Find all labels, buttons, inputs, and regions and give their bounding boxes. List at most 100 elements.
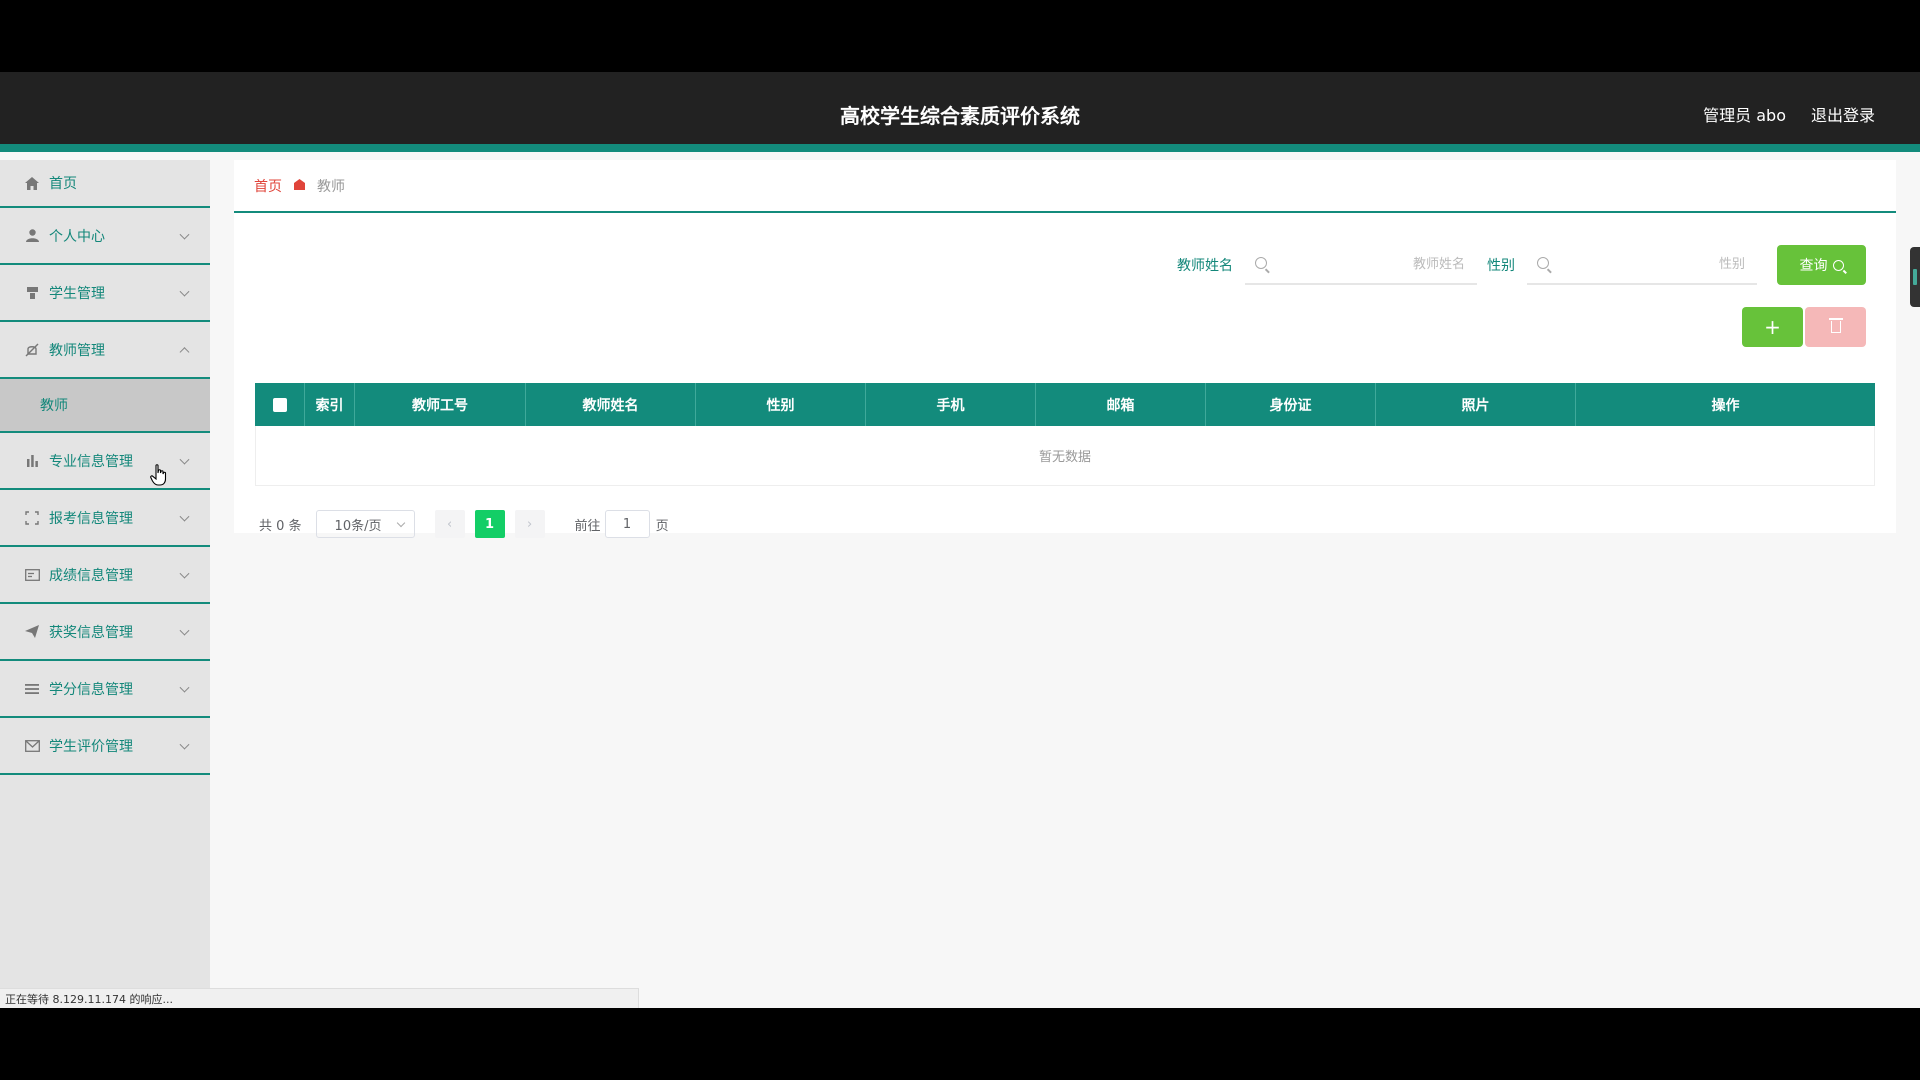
chevron-down-icon [179,625,190,636]
trash-icon [1828,318,1843,333]
column-header[interactable]: 邮箱 [1036,383,1206,426]
table-empty-row: 暂无数据 [255,426,1875,486]
side-drawer-handle[interactable] [1910,247,1920,307]
app-window: 高校学生综合素质评价系统 管理员 abo 退出登录 首页 个人中心 学生管理 教… [0,72,1920,1008]
breadcrumb-separator-icon [294,178,305,193]
page-suffix: 页 [655,518,669,534]
sidebar-item-label: 获奖信息管理 [49,624,133,641]
browser-status-bar: 正在等待 8.129.11.174 的响应... [0,988,639,1008]
empty-text: 暂无数据 [1038,450,1091,465]
chevron-right-icon: › [526,516,533,532]
plus-icon: + [1764,315,1781,339]
sidebar-item-score-info[interactable]: 成绩信息管理 [0,547,210,604]
sidebar-item-major-info[interactable]: 专业信息管理 [0,433,210,490]
page-number-active[interactable]: 1 [474,510,505,538]
pagination: 共 0 条 10条/页 ‹ 1 › 前往 页 [259,510,669,538]
top-header: 高校学生综合素质评价系统 管理员 abo 退出登录 [0,72,1920,152]
breadcrumb-current: 教师 [317,178,345,195]
current-user: 管理员 abo [1703,106,1786,125]
scan-icon [24,510,40,526]
chevron-down-icon [179,739,190,750]
main-content: 首页 教师 教师姓名 性别 查询 [234,160,1896,538]
sidebar-subitem-teacher[interactable]: 教师 [0,379,210,433]
sidebar-item-label: 个人中心 [49,228,105,245]
search-icon [1255,257,1267,269]
sidebar-item-credit-info[interactable]: 学分信息管理 [0,661,210,718]
sidebar-item-student-evaluation[interactable]: 学生评价管理 [0,718,210,775]
next-page-button[interactable]: › [514,510,545,538]
goto-label: 前往 [574,518,601,534]
query-button-label: 查询 [1799,258,1828,274]
gender-input[interactable] [1527,245,1757,283]
sidebar-subitem-label: 教师 [40,398,68,414]
teacher-table: 索引 教师工号 教师姓名 性别 手机 邮箱 身份证 照片 操作 暂无数据 [255,383,1875,486]
column-header[interactable]: 教师工号 [355,383,526,426]
column-header[interactable]: 教师姓名 [526,383,696,426]
select-all-checkbox[interactable] [272,397,287,412]
breadcrumb: 首页 教师 [234,160,1896,213]
bar-chart-icon [24,453,40,469]
hand-cursor-icon [150,464,168,486]
sidebar-item-teacher-management[interactable]: 教师管理 [0,322,210,379]
sidebar-item-label: 专业信息管理 [49,453,133,470]
sidebar-item-label: 学生评价管理 [49,738,133,755]
chevron-down-icon [179,682,190,693]
status-text: 正在等待 8.129.11.174 的响应... [5,992,173,1006]
sidebar: 首页 个人中心 学生管理 教师管理 教师 专业信息管理 报考信息管理 成绩信息管… [0,160,210,1008]
delete-button[interactable] [1805,307,1866,347]
page-size-select[interactable]: 10条/页 [315,510,415,538]
chevron-down-icon [179,286,190,297]
chevron-down-icon [179,511,190,522]
sidebar-item-award-info[interactable]: 获奖信息管理 [0,604,210,661]
mail-icon [24,738,40,754]
user-icon [24,228,40,244]
table-header: 索引 教师工号 教师姓名 性别 手机 邮箱 身份证 照片 操作 [255,383,1875,426]
gender-field [1527,245,1757,285]
home-icon [24,175,40,191]
chevron-down-icon [179,568,190,579]
gender-label: 性别 [1487,258,1515,274]
sidebar-item-home[interactable]: 首页 [0,160,210,208]
card-icon [24,567,40,583]
sidebar-item-personal-center[interactable]: 个人中心 [0,208,210,265]
add-button[interactable]: + [1742,307,1803,347]
search-icon [1537,257,1549,269]
total-count: 共 0 条 [259,518,302,534]
sidebar-item-label: 教师管理 [49,342,105,359]
column-header[interactable]: 性别 [696,383,866,426]
column-header[interactable]: 身份证 [1206,383,1376,426]
table-actions: + [1742,307,1866,347]
search-bar: 教师姓名 性别 查询 [1177,245,1866,285]
teacher-list-panel: 教师姓名 性别 查询 + [234,213,1896,538]
column-header[interactable]: 手机 [866,383,1036,426]
sidebar-item-application-info[interactable]: 报考信息管理 [0,490,210,547]
prev-page-button[interactable]: ‹ [434,510,465,538]
system-title: 高校学生综合素质评价系统 [840,104,1080,128]
page-size-value: 10条/页 [334,518,382,534]
chevron-down-icon [179,229,190,240]
select-all-cell [255,383,305,426]
teacher-name-field [1245,245,1477,285]
list-icon [24,681,40,697]
teacher-icon [24,342,40,358]
sidebar-item-label: 学生管理 [49,285,105,302]
teacher-name-input[interactable] [1245,245,1477,283]
column-header[interactable]: 操作 [1576,383,1875,426]
sidebar-item-label: 首页 [49,176,77,192]
breadcrumb-home[interactable]: 首页 [254,176,282,196]
send-icon [24,624,40,640]
chevron-left-icon: ‹ [446,516,453,532]
search-icon [1832,259,1844,271]
sidebar-item-label: 成绩信息管理 [49,567,133,584]
column-header[interactable]: 索引 [305,383,355,426]
chevron-down-icon [179,454,190,465]
column-header[interactable]: 照片 [1376,383,1576,426]
logout-link[interactable]: 退出登录 [1811,102,1875,126]
sidebar-item-label: 报考信息管理 [49,510,133,527]
sidebar-item-student-management[interactable]: 学生管理 [0,265,210,322]
query-button[interactable]: 查询 [1777,245,1866,285]
teacher-name-label: 教师姓名 [1177,258,1233,274]
goto-page-input[interactable] [604,510,650,538]
student-icon [24,285,40,301]
sidebar-item-label: 学分信息管理 [49,681,133,698]
